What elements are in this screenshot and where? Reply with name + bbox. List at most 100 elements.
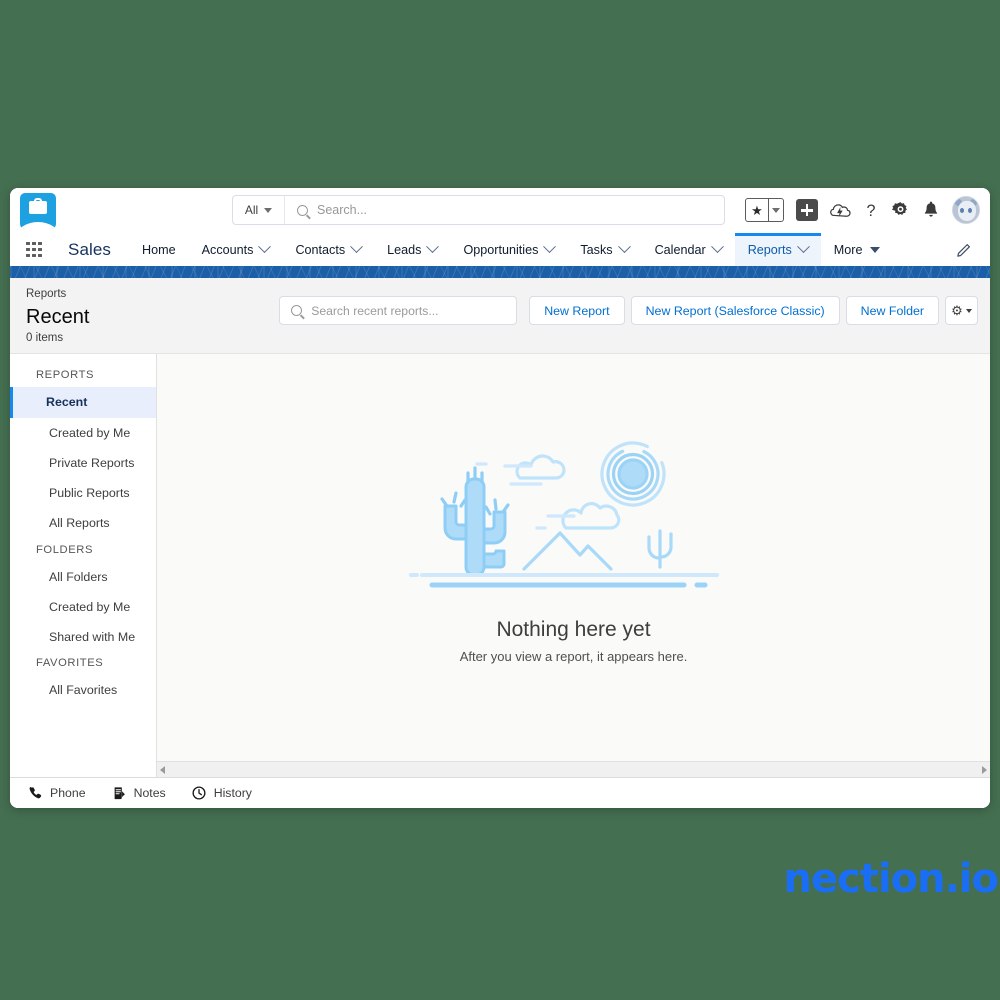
setup-gear-icon[interactable] <box>891 201 910 220</box>
search-icon <box>291 305 303 316</box>
page-header: Reports Recent 0 items Search recent rep… <box>10 278 990 355</box>
list-settings-button[interactable]: ⚙ <box>945 296 978 325</box>
global-header: All Search... ★ ? <box>10 188 990 233</box>
sidebar-heading-favorites: FAVORITES <box>36 657 104 670</box>
nav-item-label: Calendar <box>654 242 706 257</box>
search-scope-label: All <box>244 203 259 217</box>
help-icon[interactable]: ? <box>863 201 879 220</box>
search-icon <box>297 204 308 216</box>
nav-item-label: Accounts <box>201 242 254 257</box>
notifications-bell-icon[interactable] <box>922 201 940 220</box>
nav-item-calendar[interactable]: Calendar <box>642 233 735 266</box>
search-scope-select[interactable]: All <box>233 196 285 224</box>
nav-item-label: Reports <box>747 242 792 257</box>
nav-item-home[interactable]: Home <box>129 233 189 266</box>
new-folder-button[interactable]: New Folder <box>845 296 939 325</box>
search-placeholder: Search recent reports... <box>311 303 439 318</box>
page-body: Reports Recent 0 items Search recent rep… <box>10 278 990 777</box>
phone-icon <box>28 786 42 800</box>
star-glyph: ★ <box>751 202 763 218</box>
utility-bar: Phone Notes History <box>10 777 990 808</box>
breadcrumb[interactable]: Reports <box>26 286 89 303</box>
search-input[interactable]: Search recent reports... <box>279 296 518 325</box>
sidebar-item-folders-created-by-me[interactable]: Created by Me <box>10 592 156 622</box>
utility-item-history[interactable]: History <box>184 778 266 808</box>
cloud-shape <box>20 221 56 229</box>
chevron-down-icon <box>543 240 557 254</box>
empty-state: Nothing here yet After you view a report… <box>157 354 990 761</box>
global-search-bar[interactable]: All Search... <box>232 195 725 225</box>
empty-state-title: Nothing here yet <box>496 617 651 641</box>
global-actions-plus-icon[interactable] <box>796 199 818 221</box>
sidebar-item-all-folders[interactable]: All Folders <box>10 562 156 592</box>
caret-down-icon <box>772 207 780 213</box>
new-report-button[interactable]: New Report <box>529 296 625 325</box>
favorites-caret-icon[interactable] <box>769 198 784 222</box>
content-area: Nothing here yet After you view a report… <box>157 354 990 777</box>
chevron-down-icon <box>710 240 724 254</box>
nav-item-leads[interactable]: Leads <box>374 233 450 266</box>
salesforce-cloud-icon[interactable] <box>20 192 56 229</box>
desert-scene-illustration <box>408 441 719 588</box>
sidebar-item-all-favorites[interactable]: All Favorites <box>10 675 156 705</box>
utility-item-phone[interactable]: Phone <box>20 778 100 808</box>
nav-item-label: Tasks <box>580 242 613 257</box>
new-report-classic-button[interactable]: New Report (Salesforce Classic) <box>630 296 840 325</box>
sidebar-item-private-reports[interactable]: Private Reports <box>10 448 156 478</box>
nav-item-contacts[interactable]: Contacts <box>282 233 374 266</box>
briefcase-body <box>29 200 47 214</box>
utility-item-notes[interactable]: Notes <box>104 778 180 808</box>
navigation-bar: Sales Home Accounts Contacts Leads Oppor… <box>10 233 990 266</box>
chevron-down-icon <box>350 240 364 254</box>
sidebar-item-all-reports[interactable]: All Reports <box>10 508 156 538</box>
chevron-down-icon <box>617 240 631 254</box>
empty-state-subtitle: After you view a report, it appears here… <box>459 648 688 664</box>
gear-icon: ⚙ <box>951 303 963 318</box>
nav-item-reports[interactable]: Reports <box>734 233 821 266</box>
sidebar-item-public-reports[interactable]: Public Reports <box>10 478 156 508</box>
grid-dots <box>26 241 42 258</box>
sidebar-heading-reports: REPORTS <box>36 369 95 382</box>
nav-item-more[interactable]: More <box>821 233 893 266</box>
watermark: nection.io <box>783 856 999 902</box>
caret-down-icon <box>264 207 273 213</box>
avatar[interactable] <box>952 196 980 224</box>
utility-item-label: History <box>213 786 252 800</box>
chevron-down-icon <box>258 240 272 254</box>
item-count-label: 0 items <box>26 332 64 345</box>
page-title-group: Reports Recent 0 items <box>26 286 89 344</box>
main-split: REPORTS Recent Created by Me Private Rep… <box>10 354 990 777</box>
scroll-right-arrow-icon[interactable] <box>982 765 987 774</box>
nav-item-label: Leads <box>387 242 422 257</box>
caret-down-icon <box>965 308 972 313</box>
sidebar-item-created-by-me[interactable]: Created by Me <box>10 418 156 448</box>
sidebar-item-shared-with-me[interactable]: Shared with Me <box>10 622 156 652</box>
favorites-group[interactable]: ★ <box>745 198 784 222</box>
global-search-input[interactable]: Search... <box>285 203 724 217</box>
svg-text:?: ? <box>867 202 876 220</box>
utility-item-label: Phone <box>50 786 86 800</box>
pencil-icon[interactable] <box>957 233 990 266</box>
nav-item-label: More <box>833 242 863 257</box>
salesforce-app-window: All Search... ★ ? Sales Home Accounts Co… <box>10 188 990 808</box>
sidebar-item-recent[interactable]: Recent <box>10 387 156 418</box>
app-launcher-grid-icon[interactable] <box>26 233 56 266</box>
global-search-placeholder: Search... <box>317 203 368 217</box>
caret-down-icon <box>869 246 880 253</box>
sidebar: REPORTS Recent Created by Me Private Rep… <box>10 354 157 777</box>
nav-item-label: Home <box>142 242 176 257</box>
page-title: Recent <box>26 306 90 329</box>
nav-item-accounts[interactable]: Accounts <box>189 233 283 266</box>
favorites-star-icon[interactable]: ★ <box>745 198 769 222</box>
scroll-left-arrow-icon[interactable] <box>160 765 165 774</box>
nav-item-tasks[interactable]: Tasks <box>567 233 641 266</box>
nav-item-label: Opportunities <box>463 242 539 257</box>
chevron-down-icon <box>796 240 810 254</box>
horizontal-scrollbar[interactable] <box>157 761 990 777</box>
sidebar-heading-folders: FOLDERS <box>36 543 94 556</box>
nav-item-label: Contacts <box>295 242 346 257</box>
decorative-brand-band <box>10 266 990 278</box>
avatar-eye-left <box>960 208 964 213</box>
learning-cloud-icon[interactable] <box>830 201 851 220</box>
nav-item-opportunities[interactable]: Opportunities <box>450 233 567 266</box>
